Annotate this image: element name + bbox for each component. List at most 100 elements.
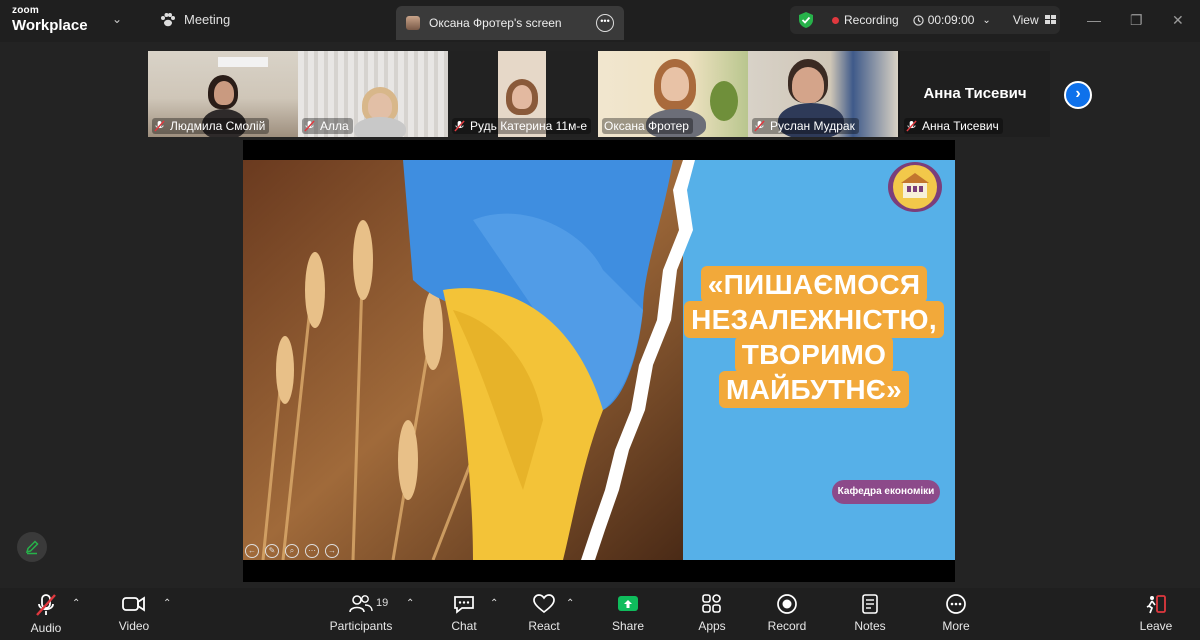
mic-off-icon xyxy=(454,120,465,132)
slogan-line: НЕЗАЛЕЖНІСТЮ, xyxy=(684,301,944,338)
more-icon xyxy=(946,594,966,614)
participant-name: Оксана Фротер xyxy=(604,119,689,133)
close-icon[interactable]: ✕ xyxy=(1172,12,1184,29)
view-label: View xyxy=(1012,13,1039,27)
brand-zoom: zoom xyxy=(12,5,39,16)
record-icon xyxy=(777,594,797,614)
screen-share-tab[interactable]: Оксана Фротер's screen ••• xyxy=(396,6,624,40)
more-icon[interactable]: ⋯ xyxy=(305,544,319,558)
zoom-icon[interactable]: ⌕ xyxy=(285,544,299,558)
audio-button[interactable]: Audio xyxy=(28,588,64,640)
video-label: Video xyxy=(118,619,150,633)
mic-off-icon xyxy=(36,594,56,616)
clock-icon xyxy=(913,14,924,26)
participant-strip: Людмила Смолій Алла Рудь Катерина 11м-е … xyxy=(148,51,1050,137)
chevron-up-icon[interactable]: ⌃ xyxy=(406,598,414,609)
pen-icon[interactable]: ✎ xyxy=(265,544,279,558)
department-logo xyxy=(888,162,942,212)
chevron-up-icon[interactable]: ⌃ xyxy=(72,598,80,609)
participant-tile[interactable]: Анна Тисевич Анна Тисевич xyxy=(900,51,1050,137)
restore-icon[interactable]: ❐ xyxy=(1130,12,1143,29)
participant-name-tag: Рудь Катерина 11м-е xyxy=(452,118,592,134)
arrow-left-icon[interactable]: ← xyxy=(245,544,259,558)
participants-label: Participants xyxy=(329,619,393,633)
more-label: More xyxy=(942,619,970,633)
leave-label: Leave xyxy=(1139,619,1173,633)
participants-count: 19 xyxy=(376,597,389,609)
mic-off-icon xyxy=(304,120,315,132)
record-label: Record xyxy=(767,619,807,633)
notes-label: Notes xyxy=(854,619,886,633)
participants-icon xyxy=(349,595,373,613)
slogan-line: ТВОРИМО xyxy=(734,336,894,373)
meeting-button[interactable]: Meeting xyxy=(160,12,230,27)
participant-tile-active[interactable]: Оксана Фротер xyxy=(598,51,748,137)
participant-tile[interactable]: Рудь Катерина 11м-е xyxy=(448,51,598,137)
react-button[interactable]: React xyxy=(526,588,562,640)
participant-tile[interactable]: Людмила Смолій xyxy=(148,51,298,137)
heart-icon xyxy=(533,594,555,614)
more-button[interactable]: More xyxy=(938,588,974,640)
paw-icon xyxy=(161,12,175,26)
department-badge: Кафедра економіки xyxy=(832,480,940,504)
notes-icon xyxy=(862,594,878,614)
participant-name-tag: Оксана Фротер xyxy=(602,118,693,134)
participant-name-tag: Руслан Мудрак xyxy=(752,118,859,134)
meeting-status-group: Recording 00:09:00 ⌄ View xyxy=(790,6,1060,34)
timer[interactable]: 00:09:00 ⌄ xyxy=(913,13,991,27)
apps-button[interactable]: Apps xyxy=(694,588,730,640)
participant-name: Анна Тисевич xyxy=(922,119,999,133)
participant-tile[interactable]: Руслан Мудрак xyxy=(748,51,898,137)
participant-name: Рудь Катерина 11м-е xyxy=(470,119,588,133)
title-bar: zoom Workplace ⌄ Meeting Оксана Фротер's… xyxy=(0,0,1200,42)
pencil-icon xyxy=(25,540,39,555)
participant-name: Людмила Смолій xyxy=(170,119,266,133)
record-button[interactable]: Record xyxy=(766,588,808,640)
chat-button[interactable]: Chat xyxy=(446,588,482,640)
video-button[interactable]: Video xyxy=(116,588,152,640)
participant-name-tag: Людмила Смолій xyxy=(152,118,270,134)
chevron-up-icon[interactable]: ⌃ xyxy=(163,598,171,609)
participants-button[interactable]: Participants xyxy=(326,588,396,640)
meeting-label: Meeting xyxy=(184,12,231,27)
chat-label: Chat xyxy=(451,619,477,633)
app-brand[interactable]: zoom Workplace xyxy=(12,5,88,34)
notes-button[interactable]: Notes xyxy=(852,588,888,640)
mic-off-icon xyxy=(154,120,165,132)
slogan-line: МАЙБУТНЄ» xyxy=(718,371,910,408)
participant-name: Руслан Мудрак xyxy=(770,119,855,133)
share-button[interactable]: Share xyxy=(608,588,648,640)
building-icon xyxy=(893,165,937,209)
minimize-icon[interactable]: — xyxy=(1087,12,1101,28)
slide-slogan: «ПИШАЄМОСЯ НЕЗАЛЕЖНІСТЮ, ТВОРИМО МАЙБУТН… xyxy=(683,266,945,408)
chevron-down-icon: ⌄ xyxy=(982,14,991,26)
share-label: Share xyxy=(611,619,645,633)
arrow-right-icon[interactable]: → xyxy=(325,544,339,558)
share-screen-icon xyxy=(618,596,638,611)
timer-value: 00:09:00 xyxy=(927,13,975,27)
recording-label[interactable]: Recording xyxy=(844,13,899,27)
chevron-right-icon[interactable]: › xyxy=(1064,81,1092,109)
grid-icon xyxy=(1044,15,1056,24)
view-button[interactable]: View xyxy=(1013,13,1057,27)
shield-icon[interactable] xyxy=(798,11,814,29)
leave-button[interactable]: Leave xyxy=(1136,588,1176,640)
annotate-button[interactable] xyxy=(17,532,47,562)
screen-tab-label: Оксана Фротер's screen xyxy=(429,16,562,30)
slide-control-bar: ← ✎ ⌕ ⋯ → xyxy=(245,544,339,560)
chevron-down-icon[interactable]: ⌄ xyxy=(112,12,122,26)
mic-off-icon xyxy=(906,120,917,132)
participant-tile[interactable]: Алла xyxy=(298,51,448,137)
mic-off-icon xyxy=(754,120,765,132)
video-camera-icon xyxy=(122,596,145,612)
apps-icon xyxy=(702,594,721,613)
chat-icon xyxy=(454,596,474,614)
slogan-line: «ПИШАЄМОСЯ xyxy=(700,266,928,303)
chevron-up-icon[interactable]: ⌃ xyxy=(566,598,574,609)
brand-workplace: Workplace xyxy=(12,17,88,34)
chevron-up-icon[interactable]: ⌃ xyxy=(490,598,498,609)
leave-icon xyxy=(1146,595,1166,614)
meeting-toolbar: Audio ⌃ Video ⌃ Participants 19 ⌃ Chat ⌃… xyxy=(0,588,1200,640)
presenter-avatar xyxy=(406,16,420,30)
more-options-icon[interactable]: ••• xyxy=(596,14,614,32)
